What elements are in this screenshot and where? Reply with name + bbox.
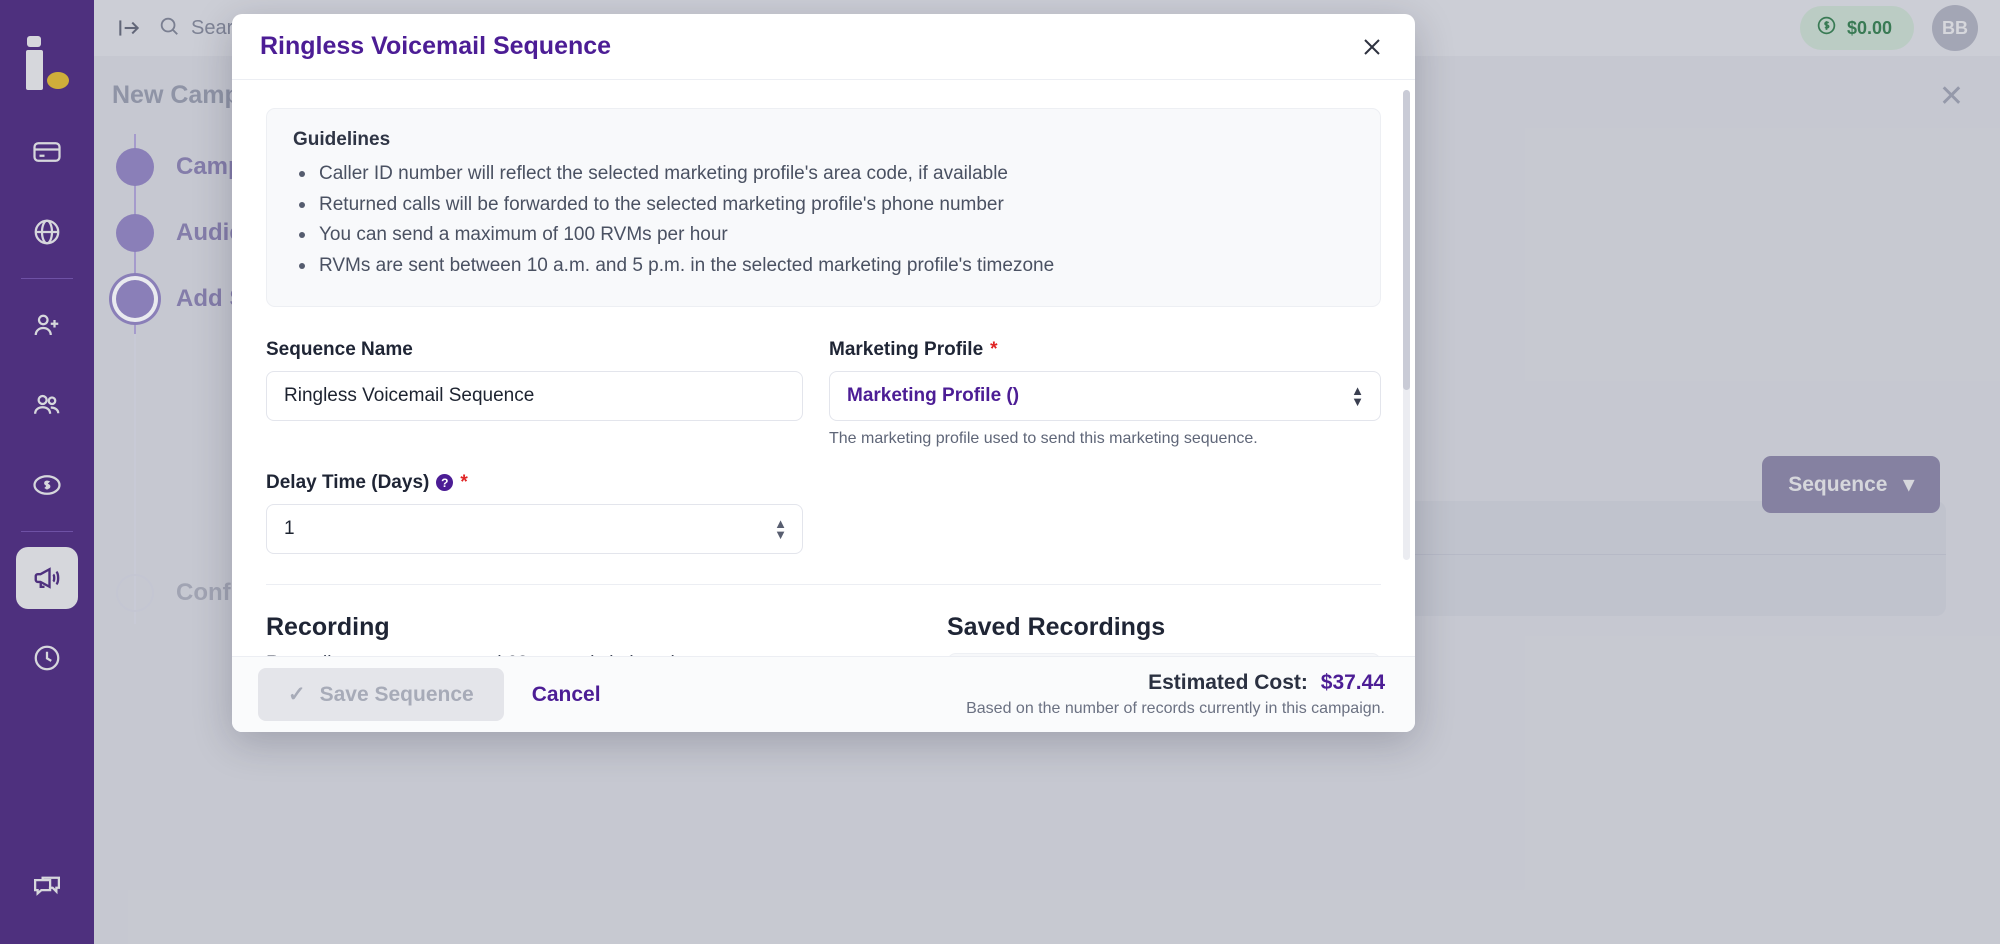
guideline-item: RVMs are sent between 10 a.m. and 5 p.m.… bbox=[293, 253, 1354, 279]
modal-title: Ringless Voicemail Sequence bbox=[260, 32, 611, 61]
sequence-name-label: Sequence Name bbox=[266, 339, 803, 361]
save-sequence-label: Save Sequence bbox=[320, 683, 474, 707]
guideline-item: You can send a maximum of 100 RVMs per h… bbox=[293, 222, 1354, 248]
form-grid-spacer bbox=[829, 472, 1381, 578]
form-grid: Sequence Name Ringless Voicemail Sequenc… bbox=[266, 339, 1381, 578]
guidelines-title: Guidelines bbox=[293, 129, 1354, 151]
guideline-item: Returned calls will be forwarded to the … bbox=[293, 192, 1354, 218]
sequence-name-input[interactable]: Ringless Voicemail Sequence bbox=[266, 371, 803, 421]
step-dot bbox=[116, 214, 154, 252]
marketing-profile-label: Marketing Profile * bbox=[829, 339, 1381, 361]
label-text: Marketing Profile bbox=[829, 339, 983, 361]
estimated-cost-block: Estimated Cost: $37.44 Based on the numb… bbox=[966, 671, 1385, 718]
recording-section: Recording Recordings may not exceed 60 s… bbox=[266, 613, 1381, 656]
cancel-button[interactable]: Cancel bbox=[532, 683, 601, 707]
recording-title: Recording bbox=[266, 613, 803, 642]
close-icon[interactable] bbox=[1355, 30, 1389, 64]
chevron-updown-icon: ▲▼ bbox=[1351, 385, 1364, 407]
stepper-arrows-icon[interactable]: ▲▼ bbox=[774, 518, 787, 540]
modal-body: Guidelines Caller ID number will reflect… bbox=[232, 80, 1415, 656]
selected-value: Marketing Profile () bbox=[847, 385, 1019, 407]
marketing-profile-hint: The marketing profile used to send this … bbox=[829, 430, 1381, 448]
ringless-voicemail-modal: Ringless Voicemail Sequence Guidelines C… bbox=[232, 14, 1415, 732]
step-dot bbox=[116, 148, 154, 186]
question-mark-icon[interactable]: ? bbox=[436, 474, 453, 491]
required-asterisk: * bbox=[460, 472, 467, 494]
saved-recordings-column: Saved Recordings You have no saved voice… bbox=[947, 613, 1381, 656]
modal-header: Ringless Voicemail Sequence bbox=[232, 14, 1415, 80]
cost-note: Based on the number of records currently… bbox=[966, 700, 1385, 718]
label-text: Sequence Name bbox=[266, 339, 413, 361]
sequence-name-field: Sequence Name Ringless Voicemail Sequenc… bbox=[266, 339, 803, 448]
save-sequence-button[interactable]: ✓ Save Sequence bbox=[258, 668, 504, 721]
guideline-item: Caller ID number will reflect the select… bbox=[293, 161, 1354, 187]
marketing-profile-select[interactable]: Marketing Profile () ▲▼ bbox=[829, 371, 1381, 421]
guidelines-list: Caller ID number will reflect the select… bbox=[293, 161, 1354, 279]
check-icon: ✓ bbox=[288, 682, 306, 707]
cost-line: Estimated Cost: $37.44 bbox=[966, 671, 1385, 695]
recording-column: Recording Recordings may not exceed 60 s… bbox=[266, 613, 803, 656]
recording-subtitle: Recordings may not exceed 60 seconds in … bbox=[266, 653, 803, 656]
cost-value: $37.44 bbox=[1321, 671, 1385, 694]
required-asterisk: * bbox=[990, 339, 997, 361]
saved-recordings-panel: You have no saved voicemail recordings. … bbox=[947, 653, 1381, 656]
delay-time-label: Delay Time (Days) ? * bbox=[266, 472, 803, 494]
label-text: Delay Time (Days) bbox=[266, 472, 429, 494]
modal-footer: ✓ Save Sequence Cancel Estimated Cost: $… bbox=[232, 656, 1415, 732]
guidelines-panel: Guidelines Caller ID number will reflect… bbox=[266, 108, 1381, 307]
cost-label: Estimated Cost: bbox=[1148, 671, 1308, 694]
delay-time-input[interactable]: 1 ▲▼ bbox=[266, 504, 803, 554]
marketing-profile-field: Marketing Profile * Marketing Profile ()… bbox=[829, 339, 1381, 448]
section-divider bbox=[266, 584, 1381, 585]
delay-time-value: 1 bbox=[284, 518, 295, 540]
saved-recordings-title: Saved Recordings bbox=[947, 613, 1381, 642]
step-dot-pending bbox=[116, 574, 154, 612]
step-dot-current bbox=[116, 280, 154, 318]
scrollbar-thumb[interactable] bbox=[1403, 90, 1410, 390]
delay-time-field: Delay Time (Days) ? * 1 ▲▼ bbox=[266, 472, 803, 554]
